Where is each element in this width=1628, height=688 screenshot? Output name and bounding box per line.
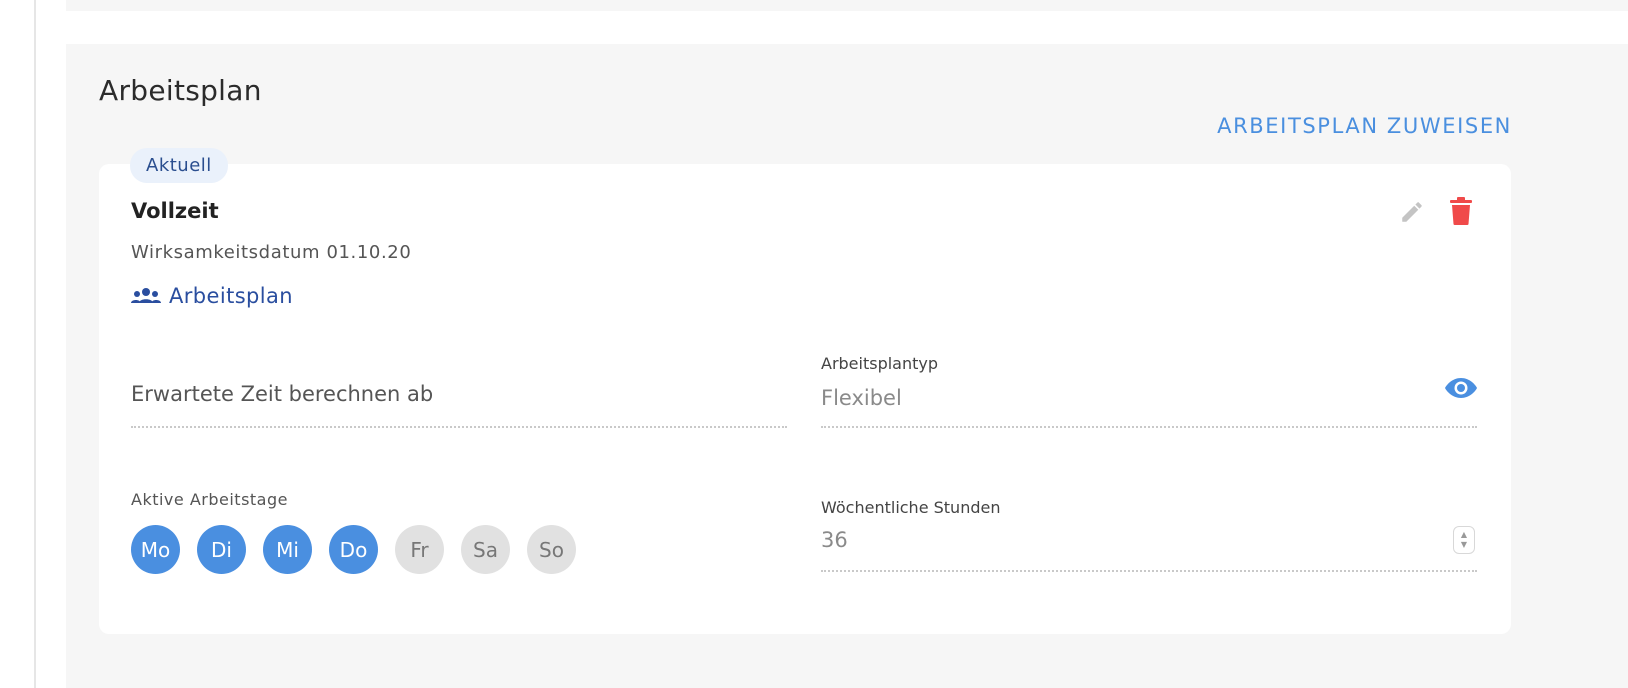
- schedule-card: Vollzeit Wirksamkeitsdatum 01.10.20 Arbe…: [99, 164, 1511, 634]
- day-toggle-so[interactable]: So: [527, 525, 576, 574]
- section-title: Arbeitsplan: [99, 74, 262, 107]
- pencil-icon: [1402, 202, 1422, 222]
- day-toggle-do[interactable]: Do: [329, 525, 378, 574]
- group-icon: [131, 288, 161, 303]
- weekday-selector: Mo Di Mi Do Fr Sa So: [131, 525, 576, 574]
- view-plan-type-button[interactable]: [1445, 378, 1477, 402]
- effective-date: Wirksamkeitsdatum 01.10.20: [131, 242, 412, 263]
- sidebar-divider: [34, 0, 36, 688]
- delete-button[interactable]: [1450, 197, 1472, 229]
- day-toggle-mi[interactable]: Mi: [263, 525, 312, 574]
- day-toggle-di[interactable]: Di: [197, 525, 246, 574]
- plan-type-field: Arbeitsplantyp Flexibel: [821, 354, 1477, 428]
- schedule-link[interactable]: Arbeitsplan: [131, 284, 293, 308]
- day-toggle-sa[interactable]: Sa: [461, 525, 510, 574]
- expected-time-field[interactable]: Erwartete Zeit berechnen ab: [131, 364, 787, 428]
- weekly-hours-value: 36: [821, 528, 848, 552]
- day-toggle-fr[interactable]: Fr: [395, 525, 444, 574]
- hours-stepper[interactable]: ▲ ▼: [1453, 526, 1475, 554]
- previous-section-panel: [66, 0, 1628, 11]
- weekly-hours-field[interactable]: Wöchentliche Stunden 36 ▲ ▼: [821, 498, 1477, 572]
- edit-button[interactable]: [1399, 199, 1425, 229]
- assign-schedule-button[interactable]: ARBEITSPLAN ZUWEISEN: [1217, 114, 1512, 138]
- expected-time-value: Erwartete Zeit berechnen ab: [131, 382, 434, 406]
- work-schedule-section: Arbeitsplan ARBEITSPLAN ZUWEISEN Aktuell…: [66, 44, 1628, 688]
- schedule-link-label: Arbeitsplan: [169, 284, 294, 308]
- plan-name: Vollzeit: [131, 199, 219, 223]
- current-badge: Aktuell: [130, 148, 228, 183]
- plan-type-value: Flexibel: [821, 386, 902, 410]
- stepper-up-icon: ▲: [1460, 530, 1468, 539]
- day-toggle-mo[interactable]: Mo: [131, 525, 180, 574]
- active-days-label: Aktive Arbeitstage: [131, 490, 288, 509]
- stepper-down-icon: ▼: [1460, 540, 1468, 549]
- weekly-hours-label: Wöchentliche Stunden: [821, 498, 1001, 517]
- trash-icon: [1450, 197, 1472, 225]
- eye-icon: [1445, 378, 1477, 398]
- plan-type-label: Arbeitsplantyp: [821, 354, 939, 373]
